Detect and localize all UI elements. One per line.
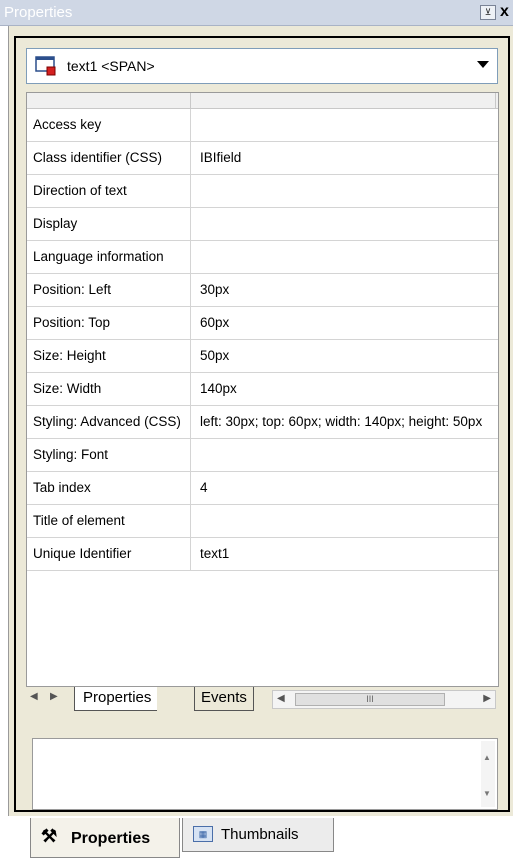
selected-element-label: text1 <SPAN> xyxy=(67,58,155,74)
close-button[interactable]: x xyxy=(500,2,513,22)
property-value[interactable]: IBIfield xyxy=(192,142,498,175)
property-value[interactable]: text1 xyxy=(192,538,498,571)
property-value[interactable]: 4 xyxy=(192,472,498,505)
property-name: Styling: Font xyxy=(27,439,191,472)
property-value[interactable]: 30px xyxy=(192,274,498,307)
scroll-up-icon[interactable]: ▲ xyxy=(483,753,491,762)
bottom-tab-bar: ⚒ Properties ▦ Thumbnails xyxy=(0,816,513,862)
property-value[interactable] xyxy=(192,175,498,208)
description-scrollbar[interactable]: ▲ ▼ xyxy=(481,741,495,807)
property-name: Position: Top xyxy=(27,307,191,340)
tab-scroll-left-icon[interactable]: ◀ xyxy=(30,691,38,702)
panel-menu-button[interactable]: ⊻ xyxy=(480,5,496,20)
property-name: Size: Width xyxy=(27,373,191,406)
property-name: Access key xyxy=(27,109,191,142)
property-value[interactable]: 140px xyxy=(192,373,498,406)
table-row[interactable]: Tab index 4 xyxy=(27,472,498,505)
property-name: Position: Left xyxy=(27,274,191,307)
panel-title-bar: Properties ⊻ x xyxy=(0,0,513,26)
tab-events[interactable]: Events xyxy=(194,687,254,711)
table-row[interactable]: Size: Height 50px xyxy=(27,340,498,373)
table-row[interactable]: Title of element xyxy=(27,505,498,538)
property-name: Language information xyxy=(27,241,191,274)
table-row[interactable]: Unique Identifier text1 xyxy=(27,538,498,571)
property-grid: Access key Class identifier (CSS) IBIfield… xyxy=(26,92,499,688)
table-row[interactable]: Class identifier (CSS) IBIfield xyxy=(27,142,498,175)
property-value[interactable] xyxy=(192,208,498,241)
horizontal-scrollbar[interactable]: ◀ III ▶ xyxy=(272,690,496,709)
scroll-left-icon[interactable]: ◀ xyxy=(277,693,285,704)
property-name: Title of element xyxy=(27,505,191,538)
bottom-tab-thumbnails[interactable]: ▦ Thumbnails xyxy=(182,818,334,852)
property-value[interactable] xyxy=(192,241,498,274)
table-row[interactable]: Position: Left 30px xyxy=(27,274,498,307)
tab-properties[interactable]: Properties xyxy=(74,687,158,711)
property-name: Direction of text xyxy=(27,175,191,208)
scroll-thumb[interactable]: III xyxy=(295,693,445,706)
property-name: Class identifier (CSS) xyxy=(27,142,191,175)
scroll-right-icon[interactable]: ▶ xyxy=(483,693,491,704)
table-row[interactable]: Size: Width 140px xyxy=(27,373,498,406)
property-value[interactable]: left: 30px; top: 60px; width: 140px; hei… xyxy=(192,406,498,439)
property-name: Unique Identifier xyxy=(27,538,191,571)
column-header-name[interactable] xyxy=(27,93,191,108)
chevron-down-icon[interactable] xyxy=(477,61,489,68)
property-value[interactable]: 50px xyxy=(192,340,498,373)
table-row[interactable]: Position: Top 60px xyxy=(27,307,498,340)
table-row[interactable]: Language information xyxy=(27,241,498,274)
property-value[interactable]: 60px xyxy=(192,307,498,340)
thumbnails-icon: ▦ xyxy=(193,826,213,842)
property-description-box: ▲ ▼ xyxy=(32,738,498,810)
tab-scroll-right-icon[interactable]: ▶ xyxy=(50,691,58,702)
bottom-tab-properties[interactable]: ⚒ Properties xyxy=(30,818,180,858)
property-value[interactable] xyxy=(192,439,498,472)
element-selector-dropdown[interactable]: text1 <SPAN> xyxy=(26,48,498,84)
table-row[interactable]: Styling: Font xyxy=(27,439,498,472)
property-name: Size: Height xyxy=(27,340,191,373)
property-value[interactable] xyxy=(192,505,498,538)
grid-tab-strip: ◀ ▶ Properties Events ◀ III ▶ xyxy=(26,686,499,712)
panel-title: Properties xyxy=(4,4,73,21)
properties-icon: ⚒ xyxy=(41,826,58,846)
bottom-tab-properties-label: Properties xyxy=(71,830,151,847)
property-name: Styling: Advanced (CSS) xyxy=(27,406,191,439)
table-row[interactable]: Display xyxy=(27,208,498,241)
table-row[interactable]: Direction of text xyxy=(27,175,498,208)
column-header-value[interactable] xyxy=(191,93,496,108)
property-grid-header xyxy=(27,93,498,109)
table-row[interactable]: Styling: Advanced (CSS) left: 30px; top: … xyxy=(27,406,498,439)
table-row[interactable]: Access key xyxy=(27,109,498,142)
bottom-tab-thumbnails-label: Thumbnails xyxy=(221,826,299,843)
scroll-down-icon[interactable]: ▼ xyxy=(483,789,491,798)
element-icon xyxy=(35,56,56,76)
property-value[interactable] xyxy=(192,109,498,142)
property-name: Tab index xyxy=(27,472,191,505)
property-rows: Access key Class identifier (CSS) IBIfield… xyxy=(27,109,498,571)
property-name: Display xyxy=(27,208,191,241)
